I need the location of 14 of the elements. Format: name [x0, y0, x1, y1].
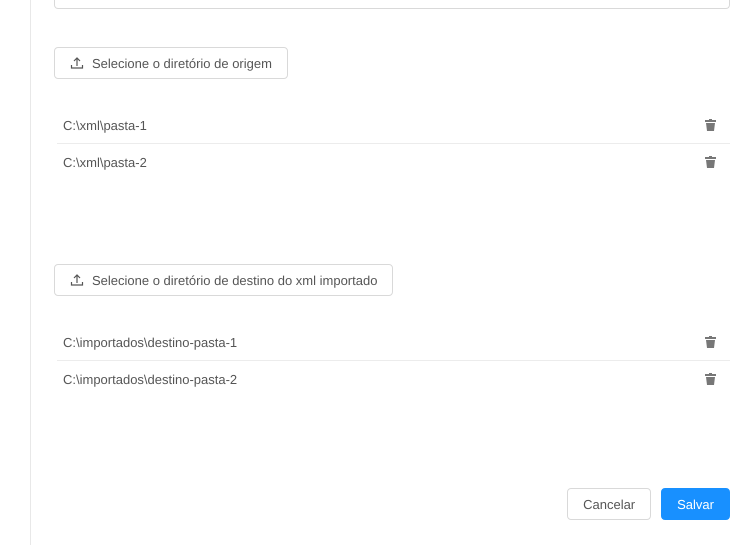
- directory-path: C:\importados\destino-pasta-1: [63, 334, 238, 350]
- input-field[interactable]: [54, 0, 730, 9]
- trash-icon[interactable]: [705, 336, 716, 348]
- upload-button[interactable]: Selecione o diretório de origem: [54, 47, 288, 79]
- cancel-button[interactable]: Cancelar: [567, 488, 652, 520]
- trash-icon[interactable]: [705, 373, 716, 385]
- directory-path: C:\xml\pasta-2: [63, 154, 147, 170]
- trash-icon[interactable]: [705, 156, 716, 168]
- upload-button[interactable]: Selecione o diretório de destino do xml importado: [54, 264, 394, 296]
- upload-icon: [70, 56, 84, 70]
- directory-path: C:\importados\destino-pasta-2: [63, 372, 238, 386]
- upload-icon: [70, 273, 84, 287]
- directory-path: C:\xml\pasta-1: [63, 118, 147, 132]
- trash-icon[interactable]: [705, 119, 716, 131]
